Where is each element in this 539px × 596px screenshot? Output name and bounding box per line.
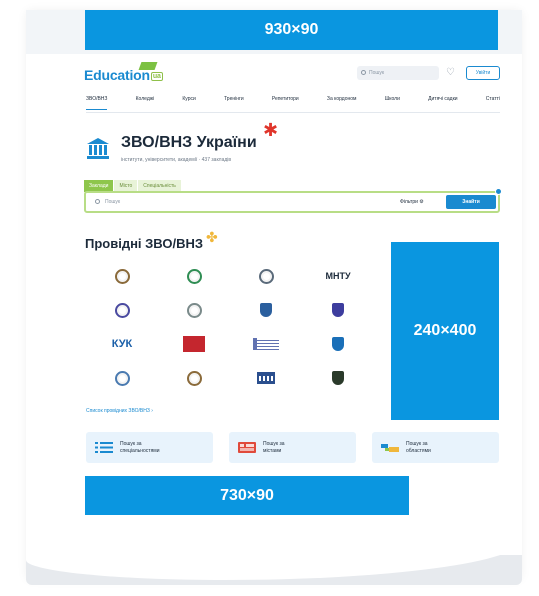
graduation-cap-icon [138, 62, 158, 70]
university-logo[interactable] [158, 259, 230, 293]
search-by-specialty-card[interactable]: Пошук за спеціальностями [86, 432, 213, 463]
university-building-icon [87, 138, 109, 159]
shield-icon [332, 337, 344, 351]
shield-icon [332, 371, 344, 385]
search-by-city-card[interactable]: Пошук за містами [229, 432, 356, 463]
region-icon [381, 444, 399, 452]
ornament-flower-icon: ✱ [263, 120, 279, 140]
university-logo[interactable]: КУК [86, 327, 158, 361]
card-line1: Пошук за [263, 441, 285, 447]
university-logo[interactable] [302, 327, 374, 361]
university-logo[interactable] [158, 327, 230, 361]
nav-item[interactable]: Тренінги [224, 96, 244, 110]
nav-item[interactable]: Дитячі садки [428, 96, 457, 110]
header-search-placeholder: Пошук [369, 70, 385, 76]
seal-icon [114, 268, 130, 284]
seal-icon [258, 268, 274, 284]
university-logo[interactable] [230, 259, 302, 293]
seal-icon [186, 302, 202, 318]
search-icon [361, 70, 366, 75]
find-button[interactable]: Знайти [446, 195, 496, 209]
page-title: ЗВО/ВНЗ України [121, 134, 257, 151]
flag-icon [183, 336, 205, 352]
search-icon [95, 199, 100, 204]
search-by-region-card[interactable]: Пошук за областями [372, 432, 499, 463]
ad-banner-bottom[interactable]: 730×90 [85, 476, 409, 515]
ornament-flower-icon: ✤ [206, 229, 218, 245]
nav-item[interactable]: Репетитори [272, 96, 299, 110]
university-logo[interactable] [302, 361, 374, 395]
seal-icon [186, 268, 202, 284]
nav-item[interactable]: Статті [486, 96, 500, 110]
ad-banner-top[interactable]: 930×90 [85, 10, 498, 50]
university-logo[interactable] [86, 361, 158, 395]
login-button[interactable]: Увійти [466, 66, 500, 80]
filters-button[interactable]: Фільтри ⚙ [400, 199, 424, 205]
university-logo[interactable] [86, 293, 158, 327]
main-nav: ЗВО/ВНЗ Коледжі Курси Тренінги Репетитори За … [86, 96, 500, 110]
nav-item[interactable]: Курси [182, 96, 195, 110]
site-logo[interactable]: Education ua [84, 62, 163, 83]
university-logo[interactable] [230, 327, 302, 361]
main-search-field[interactable]: Пошук Фільтри ⚙ Знайти [84, 188, 502, 213]
card-line2: спеціальностями [120, 448, 160, 454]
card-line1: Пошук за [120, 441, 142, 447]
logo-label: КУК [111, 338, 133, 350]
page: 930×90 Education ua Пошук ♡ Увійти ЗВО/ВН… [0, 0, 539, 596]
map-icon [238, 442, 256, 453]
seal-icon [114, 302, 130, 318]
university-logo[interactable] [230, 361, 302, 395]
main-search-placeholder: Пошук [105, 199, 121, 205]
logo-suffix: ua [150, 71, 163, 81]
filters-label: Фільтри [400, 199, 418, 205]
university-logo[interactable] [86, 259, 158, 293]
nav-divider [86, 112, 500, 113]
nav-item[interactable]: ЗВО/ВНЗ [86, 96, 108, 110]
building-icon [257, 372, 275, 384]
nav-item[interactable]: Школи [385, 96, 400, 110]
leading-logo-grid: МНТУ КУК [86, 259, 374, 395]
card-line1: Пошук за [406, 441, 428, 447]
shield-icon [332, 303, 344, 317]
university-logo[interactable] [158, 361, 230, 395]
seal-icon [114, 370, 130, 386]
university-logo[interactable] [158, 293, 230, 327]
university-logo[interactable] [230, 293, 302, 327]
leading-heading: Провідні ЗВО/ВНЗ [85, 236, 204, 251]
list-icon [95, 442, 113, 453]
shield-icon [260, 303, 272, 317]
all-leading-link[interactable]: Список провідних ЗВО/ВНЗ › [86, 408, 153, 414]
header-search-input[interactable]: Пошук [357, 66, 439, 80]
page-subtitle: інститути, університети, академії · 437 … [121, 157, 232, 163]
seal-icon [186, 370, 202, 386]
nav-item[interactable]: За кордоном [327, 96, 357, 110]
favorites-heart-icon[interactable]: ♡ [446, 67, 455, 78]
card-line2: областями [406, 448, 431, 454]
book-icon [253, 338, 279, 350]
university-logo[interactable] [302, 293, 374, 327]
logo-label: МНТУ [325, 271, 351, 281]
notification-dot [495, 188, 502, 195]
card-line2: містами [263, 448, 282, 454]
ad-banner-side[interactable]: 240×400 [391, 242, 499, 420]
university-logo[interactable]: МНТУ [302, 259, 374, 293]
nav-item[interactable]: Коледжі [136, 96, 155, 110]
